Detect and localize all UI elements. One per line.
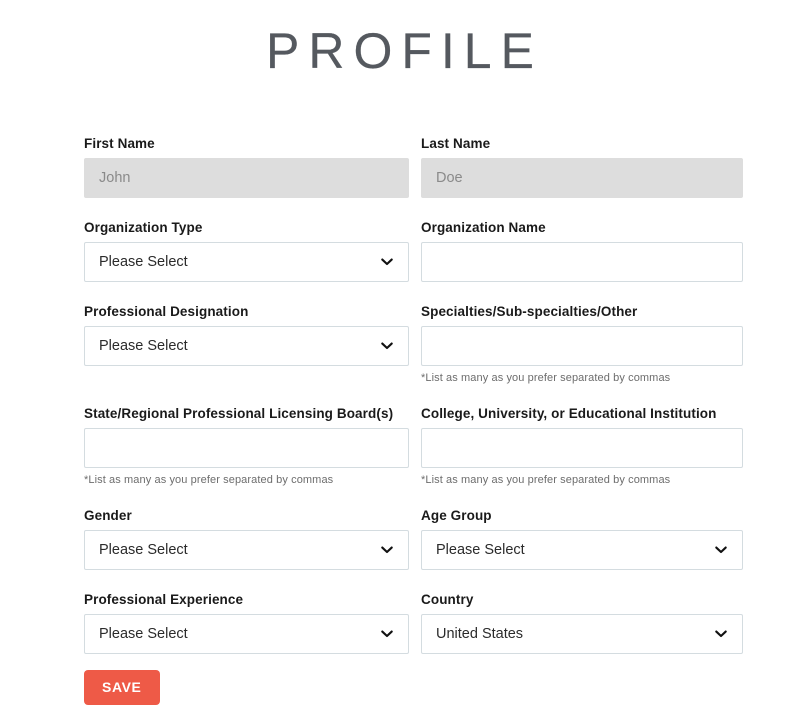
field-group-college: College, University, or Educational Inst… [421, 406, 743, 487]
licensing-board-input[interactable] [84, 428, 409, 468]
field-group-last-name: Last Name [421, 136, 743, 198]
form-row: Organization Type Please Select Organiza… [84, 220, 744, 282]
age-group-select[interactable]: Please Select [421, 530, 743, 570]
label-country: Country [421, 592, 474, 607]
form-row: Professional Experience Please Select Co… [84, 592, 744, 654]
form-row: State/Regional Professional Licensing Bo… [84, 406, 744, 487]
label-last-name: Last Name [421, 136, 491, 151]
field-group-organization-type: Organization Type Please Select [84, 220, 409, 282]
field-group-licensing-board: State/Regional Professional Licensing Bo… [84, 406, 409, 487]
select-box[interactable]: Please Select [84, 326, 409, 366]
helper-spacer [84, 371, 409, 385]
field-group-country: Country United States [421, 592, 743, 654]
chevron-down-icon [381, 342, 393, 350]
label-gender: Gender [84, 508, 132, 523]
helper-text-college: *List as many as you prefer separated by… [421, 474, 671, 486]
chevron-down-icon [381, 630, 393, 638]
professional-experience-select[interactable]: Please Select [84, 614, 409, 654]
field-group-organization-name: Organization Name [421, 220, 743, 282]
row-spacer [84, 570, 744, 592]
label-age-group: Age Group [421, 508, 492, 523]
form-row: First Name Last Name [84, 136, 744, 198]
row-spacer [84, 198, 744, 220]
last-name-input[interactable] [421, 158, 743, 198]
helper-text-specialties: *List as many as you prefer separated by… [421, 372, 671, 384]
first-name-input[interactable] [84, 158, 409, 198]
form-row: Gender Please Select Age Group Please Se… [84, 508, 744, 570]
chevron-down-icon [715, 546, 727, 554]
professional-designation-select[interactable]: Please Select [84, 326, 409, 366]
profile-form: First Name Last Name Organization Type P… [84, 136, 744, 705]
row-spacer [84, 487, 744, 508]
select-box[interactable]: Please Select [84, 614, 409, 654]
row-spacer [84, 385, 744, 406]
select-box[interactable]: United States [421, 614, 743, 654]
label-organization-type: Organization Type [84, 220, 203, 235]
country-select[interactable]: United States [421, 614, 743, 654]
field-group-professional-designation: Professional Designation Please Select [84, 304, 409, 385]
label-licensing-board: State/Regional Professional Licensing Bo… [84, 406, 394, 421]
label-organization-name: Organization Name [421, 220, 546, 235]
select-box[interactable]: Please Select [84, 530, 409, 570]
form-row: Professional Designation Please Select S… [84, 304, 744, 385]
label-professional-designation: Professional Designation [84, 304, 249, 319]
page-title: PROFILE [266, 23, 543, 79]
chevron-down-icon [381, 258, 393, 266]
organization-name-input[interactable] [421, 242, 743, 282]
label-specialties: Specialties/Sub-specialties/Other [421, 304, 638, 319]
organization-type-value: Please Select [99, 254, 188, 270]
row-spacer [84, 282, 744, 304]
gender-value: Please Select [99, 542, 188, 558]
field-group-professional-experience: Professional Experience Please Select [84, 592, 409, 654]
chevron-down-icon [381, 546, 393, 554]
select-box[interactable]: Please Select [421, 530, 743, 570]
specialties-input[interactable] [421, 326, 743, 366]
field-group-specialties: Specialties/Sub-specialties/Other *List … [421, 304, 743, 385]
country-value: United States [436, 626, 524, 642]
label-college: College, University, or Educational Inst… [421, 406, 717, 421]
save-button[interactable]: SAVE [84, 670, 160, 705]
select-box[interactable]: Please Select [84, 242, 409, 282]
chevron-down-icon [715, 630, 727, 638]
college-input[interactable] [421, 428, 743, 468]
professional-experience-value: Please Select [99, 626, 188, 642]
organization-type-select[interactable]: Please Select [84, 242, 409, 282]
field-group-first-name: First Name [84, 136, 409, 198]
professional-designation-value: Please Select [99, 338, 188, 354]
field-group-gender: Gender Please Select [84, 508, 409, 570]
profile-page: PROFILE First Name Last Name Organizatio… [0, 0, 800, 712]
label-first-name: First Name [84, 136, 155, 151]
save-row: SAVE [84, 670, 744, 705]
helper-text-licensing-board: *List as many as you prefer separated by… [84, 474, 334, 486]
gender-select[interactable]: Please Select [84, 530, 409, 570]
field-group-age-group: Age Group Please Select [421, 508, 743, 570]
age-group-value: Please Select [436, 542, 525, 558]
label-professional-experience: Professional Experience [84, 592, 244, 607]
